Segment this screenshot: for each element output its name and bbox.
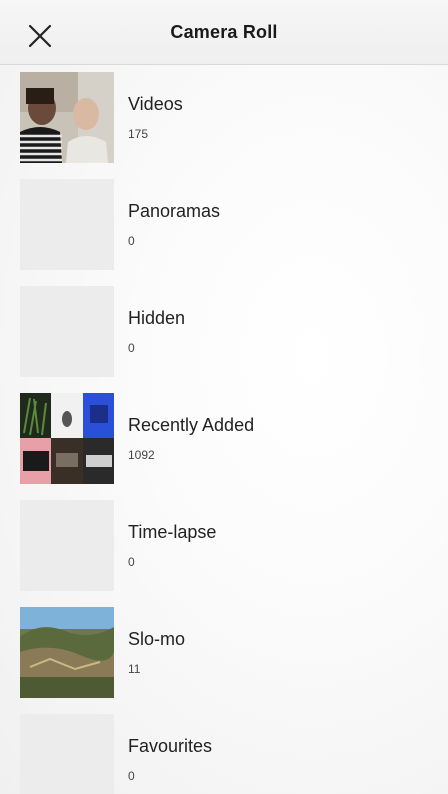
album-row-favourites[interactable]: Favourites 0 — [0, 706, 448, 794]
album-count: 0 — [128, 555, 135, 569]
album-thumbnail-videos — [20, 72, 114, 163]
slo-mo-thumbnail-image — [20, 607, 114, 698]
album-row-hidden[interactable]: Hidden 0 — [0, 278, 448, 385]
nav-bar: Camera Roll — [0, 0, 448, 65]
album-row-videos[interactable]: Videos 175 — [0, 64, 448, 171]
album-label: Videos — [128, 94, 183, 114]
album-count: 0 — [128, 341, 135, 355]
album-count: 175 — [128, 127, 149, 141]
album-label: Recently Added — [128, 415, 255, 435]
album-row-time-lapse[interactable]: Time-lapse 0 — [0, 492, 448, 599]
album-label: Hidden — [128, 308, 186, 328]
album-thumbnail-recently-added — [20, 393, 114, 484]
page-title: Camera Roll — [170, 22, 278, 42]
album-label: Slo-mo — [128, 629, 186, 649]
album-row-panoramas[interactable]: Panoramas 0 — [0, 171, 448, 278]
album-thumbnail-slo-mo — [20, 607, 114, 698]
album-thumbnail-placeholder — [20, 286, 114, 377]
album-label: Time-lapse — [128, 522, 217, 542]
album-list: Videos 175 Panoramas 0 Hidden 0 Recently… — [0, 64, 448, 794]
album-label: Panoramas — [128, 201, 221, 221]
videos-thumbnail-image — [20, 72, 114, 163]
album-row-slo-mo[interactable]: Slo-mo 11 — [0, 599, 448, 706]
album-thumbnail-placeholder — [20, 714, 114, 794]
album-label: Favourites — [128, 736, 213, 756]
album-count: 0 — [128, 769, 135, 783]
recently-added-thumbnail-image — [20, 393, 114, 484]
album-row-recently-added[interactable]: Recently Added 1092 — [0, 385, 448, 492]
album-count: 1092 — [128, 448, 155, 462]
album-thumbnail-placeholder — [20, 500, 114, 591]
album-count: 11 — [128, 662, 141, 676]
album-count: 0 — [128, 234, 135, 248]
album-thumbnail-placeholder — [20, 179, 114, 270]
screen: Camera Roll Videos 175 Panoramas 0 Hidde… — [0, 0, 448, 794]
